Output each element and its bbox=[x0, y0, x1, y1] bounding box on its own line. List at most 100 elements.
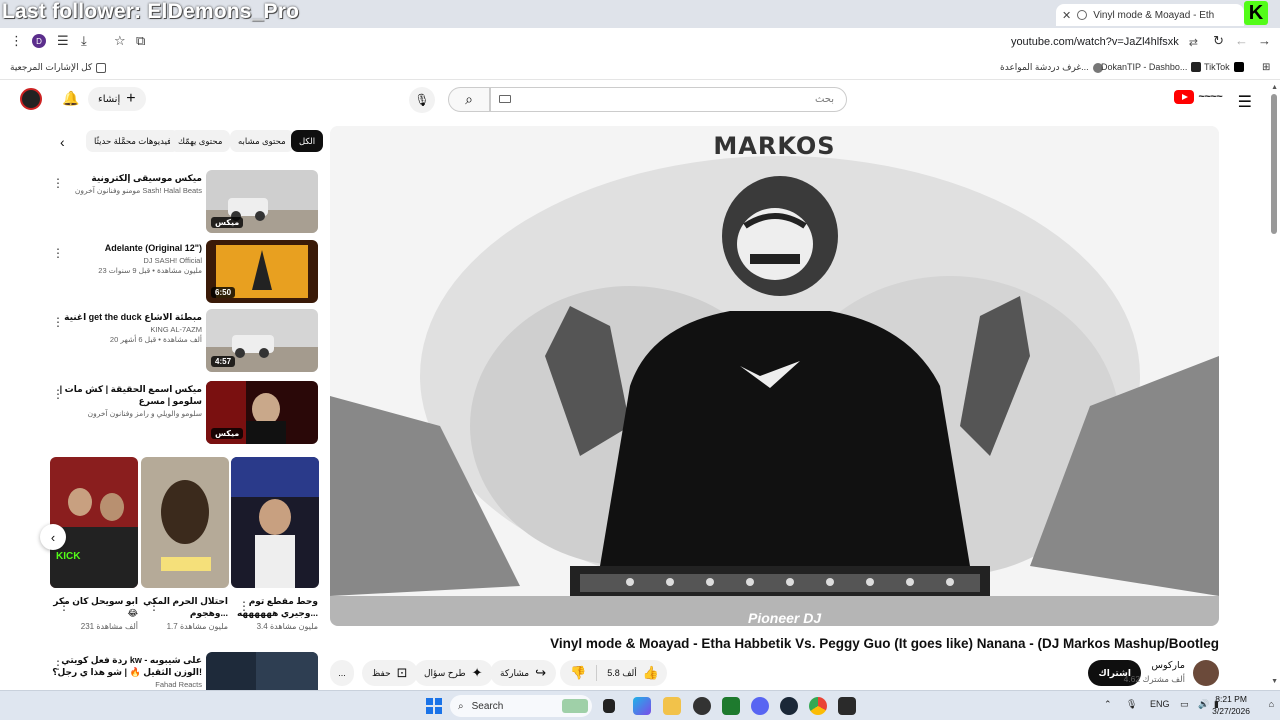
recommendation-meta: Adelante (Original 12") DJ SASH! Officia… bbox=[52, 242, 202, 276]
discord-icon[interactable] bbox=[751, 697, 769, 715]
file-explorer-icon[interactable] bbox=[663, 697, 681, 715]
more-options-icon[interactable]: ⋮ bbox=[238, 599, 250, 613]
install-app-icon[interactable]: ⧉ bbox=[136, 33, 145, 49]
reading-list-icon[interactable]: ☰ bbox=[57, 33, 69, 49]
more-options-icon[interactable]: ⋮ bbox=[52, 246, 64, 260]
language-indicator[interactable]: ENG bbox=[1150, 699, 1170, 709]
active-tab[interactable]: ✕ Vinyl mode & Moayad - Eth bbox=[1056, 4, 1244, 26]
more-options-icon[interactable]: ⋮ bbox=[52, 658, 64, 672]
share-button[interactable]: مشاركة ↪ bbox=[490, 660, 556, 686]
ask-label: طرح سؤال bbox=[424, 667, 466, 678]
more-actions-button[interactable]: ... bbox=[330, 660, 354, 686]
save-button[interactable]: حفظ ⊡ bbox=[362, 660, 418, 686]
chrome-icon[interactable] bbox=[809, 697, 827, 715]
profile-avatar[interactable]: D bbox=[32, 34, 46, 48]
taskbar-search-label: Search bbox=[471, 700, 504, 712]
scroll-up-icon[interactable]: ▲ bbox=[1271, 84, 1278, 91]
reload-icon[interactable]: ↻ bbox=[1213, 33, 1224, 49]
youtube-logo[interactable]: ~~~~ bbox=[1174, 90, 1222, 104]
copilot-icon[interactable] bbox=[633, 697, 651, 715]
chip-recently-uploaded[interactable]: فيديوهات محمَّلة حديثًا bbox=[86, 130, 180, 152]
bookmark-dating-rooms[interactable]: غرف دردشة المواعدة... bbox=[1000, 62, 1103, 73]
ask-button[interactable]: طرح سؤال ✦ bbox=[414, 660, 493, 686]
more-options-icon[interactable]: ⋮ bbox=[10, 33, 23, 49]
short-views: 1.7 مليون مشاهدة bbox=[166, 622, 228, 631]
mix-badge: ميكس bbox=[211, 428, 244, 439]
video-thumbnail[interactable]: 4:57 bbox=[206, 309, 318, 372]
duration-badge: 6:50 bbox=[211, 287, 236, 298]
dislike-icon[interactable]: 👎 bbox=[570, 665, 586, 681]
scroll-down-icon[interactable]: ▼ bbox=[1271, 678, 1278, 685]
account-avatar[interactable] bbox=[20, 88, 42, 110]
page-scrollbar[interactable] bbox=[1271, 94, 1277, 234]
obs-icon[interactable] bbox=[693, 697, 711, 715]
channel-avatar[interactable] bbox=[1193, 660, 1219, 686]
stream-overlay-text: Last follower: ElDemons_Pro bbox=[2, 0, 300, 23]
more-options-icon[interactable]: ⋮ bbox=[52, 315, 64, 329]
short-thumbnail[interactable] bbox=[141, 457, 229, 588]
video-player[interactable]: MARKOS Pioneer DJ bbox=[330, 126, 1219, 626]
apps-grid-icon[interactable]: ⊞ bbox=[1262, 62, 1270, 73]
like-icon[interactable]: 👍 bbox=[643, 665, 659, 681]
recommendation-item[interactable]: ميكس ميكس اسمع الحقيقة | كش مات | سلومو … bbox=[48, 381, 320, 445]
video-thumbnail[interactable]: ميكس bbox=[206, 381, 318, 444]
bookmark-dokantip[interactable]: DokanTIP - Dashbo... bbox=[1101, 62, 1202, 72]
voice-search-button[interactable]: 🎙 bbox=[409, 87, 435, 113]
system-clock[interactable]: 8:21 PM 3/27/2026 bbox=[1212, 693, 1250, 717]
download-icon[interactable]: ⤓ bbox=[81, 33, 87, 49]
share-icon: ↪ bbox=[535, 665, 546, 680]
more-options-icon[interactable]: ⋮ bbox=[52, 387, 64, 401]
video-thumbnail[interactable] bbox=[206, 652, 318, 690]
short-thumbnail[interactable] bbox=[231, 457, 319, 588]
recommendation-item[interactable]: ردة فعل كويتي kw على شيبوبه - الوزن الثق… bbox=[48, 652, 320, 690]
forward-icon[interactable]: ← bbox=[1235, 33, 1248, 48]
create-button[interactable]: إنشاء + bbox=[88, 87, 146, 111]
microphone-tray-icon[interactable]: 🎙 bbox=[1126, 699, 1137, 710]
mix-badge: ميكس bbox=[211, 217, 244, 228]
more-options-icon[interactable]: ⋮ bbox=[148, 599, 160, 613]
all-bookmarks[interactable]: كل الإشارات المرجعية bbox=[10, 62, 107, 73]
search-input[interactable]: بحث bbox=[490, 87, 847, 112]
address-bar[interactable]: youtube.com/watch?v=JaZl4hlfsxk ⇄ bbox=[150, 31, 1208, 53]
search-placeholder: بحث bbox=[814, 94, 834, 105]
kick-logo-icon: K bbox=[1244, 1, 1268, 25]
app-icon[interactable] bbox=[722, 697, 740, 715]
keyboard-icon[interactable] bbox=[499, 95, 511, 103]
back-icon[interactable]: → bbox=[1258, 33, 1271, 48]
short-thumbnail[interactable]: KICK bbox=[50, 457, 138, 588]
notifications-bell-icon[interactable]: 🔔 bbox=[62, 90, 79, 107]
shorts-scroll-left-button[interactable]: ‹ bbox=[40, 524, 66, 550]
bookmark-star-icon[interactable]: ☆ bbox=[114, 33, 126, 49]
recommendation-item[interactable]: 4:57 اغنية get the duck مبطئة الاشاع KIN… bbox=[48, 309, 320, 373]
more-options-icon[interactable]: ⋮ bbox=[58, 599, 70, 613]
site-settings-icon[interactable]: ⇄ bbox=[1189, 36, 1198, 49]
network-icon[interactable]: ▭ bbox=[1180, 699, 1189, 710]
recommendation-item[interactable]: ميكس ميكس موسيقى إلكترونية مومنو وفنانون… bbox=[48, 170, 320, 234]
steam-icon[interactable] bbox=[780, 697, 798, 715]
video-frame-image bbox=[330, 126, 1219, 626]
volume-icon[interactable]: 🔊 bbox=[1198, 699, 1209, 710]
more-options-icon[interactable]: ⋮ bbox=[52, 176, 64, 190]
recommendation-item[interactable]: 6:50 Adelante (Original 12") DJ SASH! Of… bbox=[48, 240, 320, 304]
search-icon: ⌕ bbox=[458, 700, 464, 712]
tab-close-icon[interactable]: ✕ bbox=[1062, 9, 1071, 22]
search-button[interactable]: ⌕ bbox=[448, 87, 490, 112]
video-thumbnail[interactable]: ميكس bbox=[206, 170, 318, 233]
chips-scroll-left-icon[interactable]: ‹ bbox=[60, 134, 65, 150]
task-view-icon[interactable] bbox=[603, 699, 615, 713]
notifications-icon[interactable]: ⌂ bbox=[1269, 699, 1274, 709]
hamburger-menu-icon[interactable]: ☰ bbox=[1238, 92, 1252, 112]
like-dislike-group: 👎 5.8 ألف 👍 bbox=[560, 660, 667, 686]
capcut-icon[interactable] bbox=[838, 697, 856, 715]
taskbar-search[interactable]: ⌕ Search bbox=[450, 695, 592, 717]
video-thumbnail[interactable]: 6:50 bbox=[206, 240, 318, 303]
create-label: إنشاء bbox=[98, 93, 121, 105]
channel-info[interactable]: ماركوس 4.62 ألف مشترك bbox=[1124, 660, 1185, 685]
windows-start-icon[interactable] bbox=[426, 698, 442, 714]
chip-all[interactable]: الكل bbox=[291, 130, 324, 152]
share-label: مشاركة bbox=[500, 667, 530, 678]
chip-for-you[interactable]: محتوى يهمّك bbox=[170, 130, 231, 152]
bookmark-tiktok[interactable]: TikTok bbox=[1204, 62, 1244, 72]
tray-chevron-icon[interactable]: ⌃ bbox=[1104, 699, 1112, 710]
chip-related[interactable]: محتوى مشابه bbox=[230, 130, 294, 152]
